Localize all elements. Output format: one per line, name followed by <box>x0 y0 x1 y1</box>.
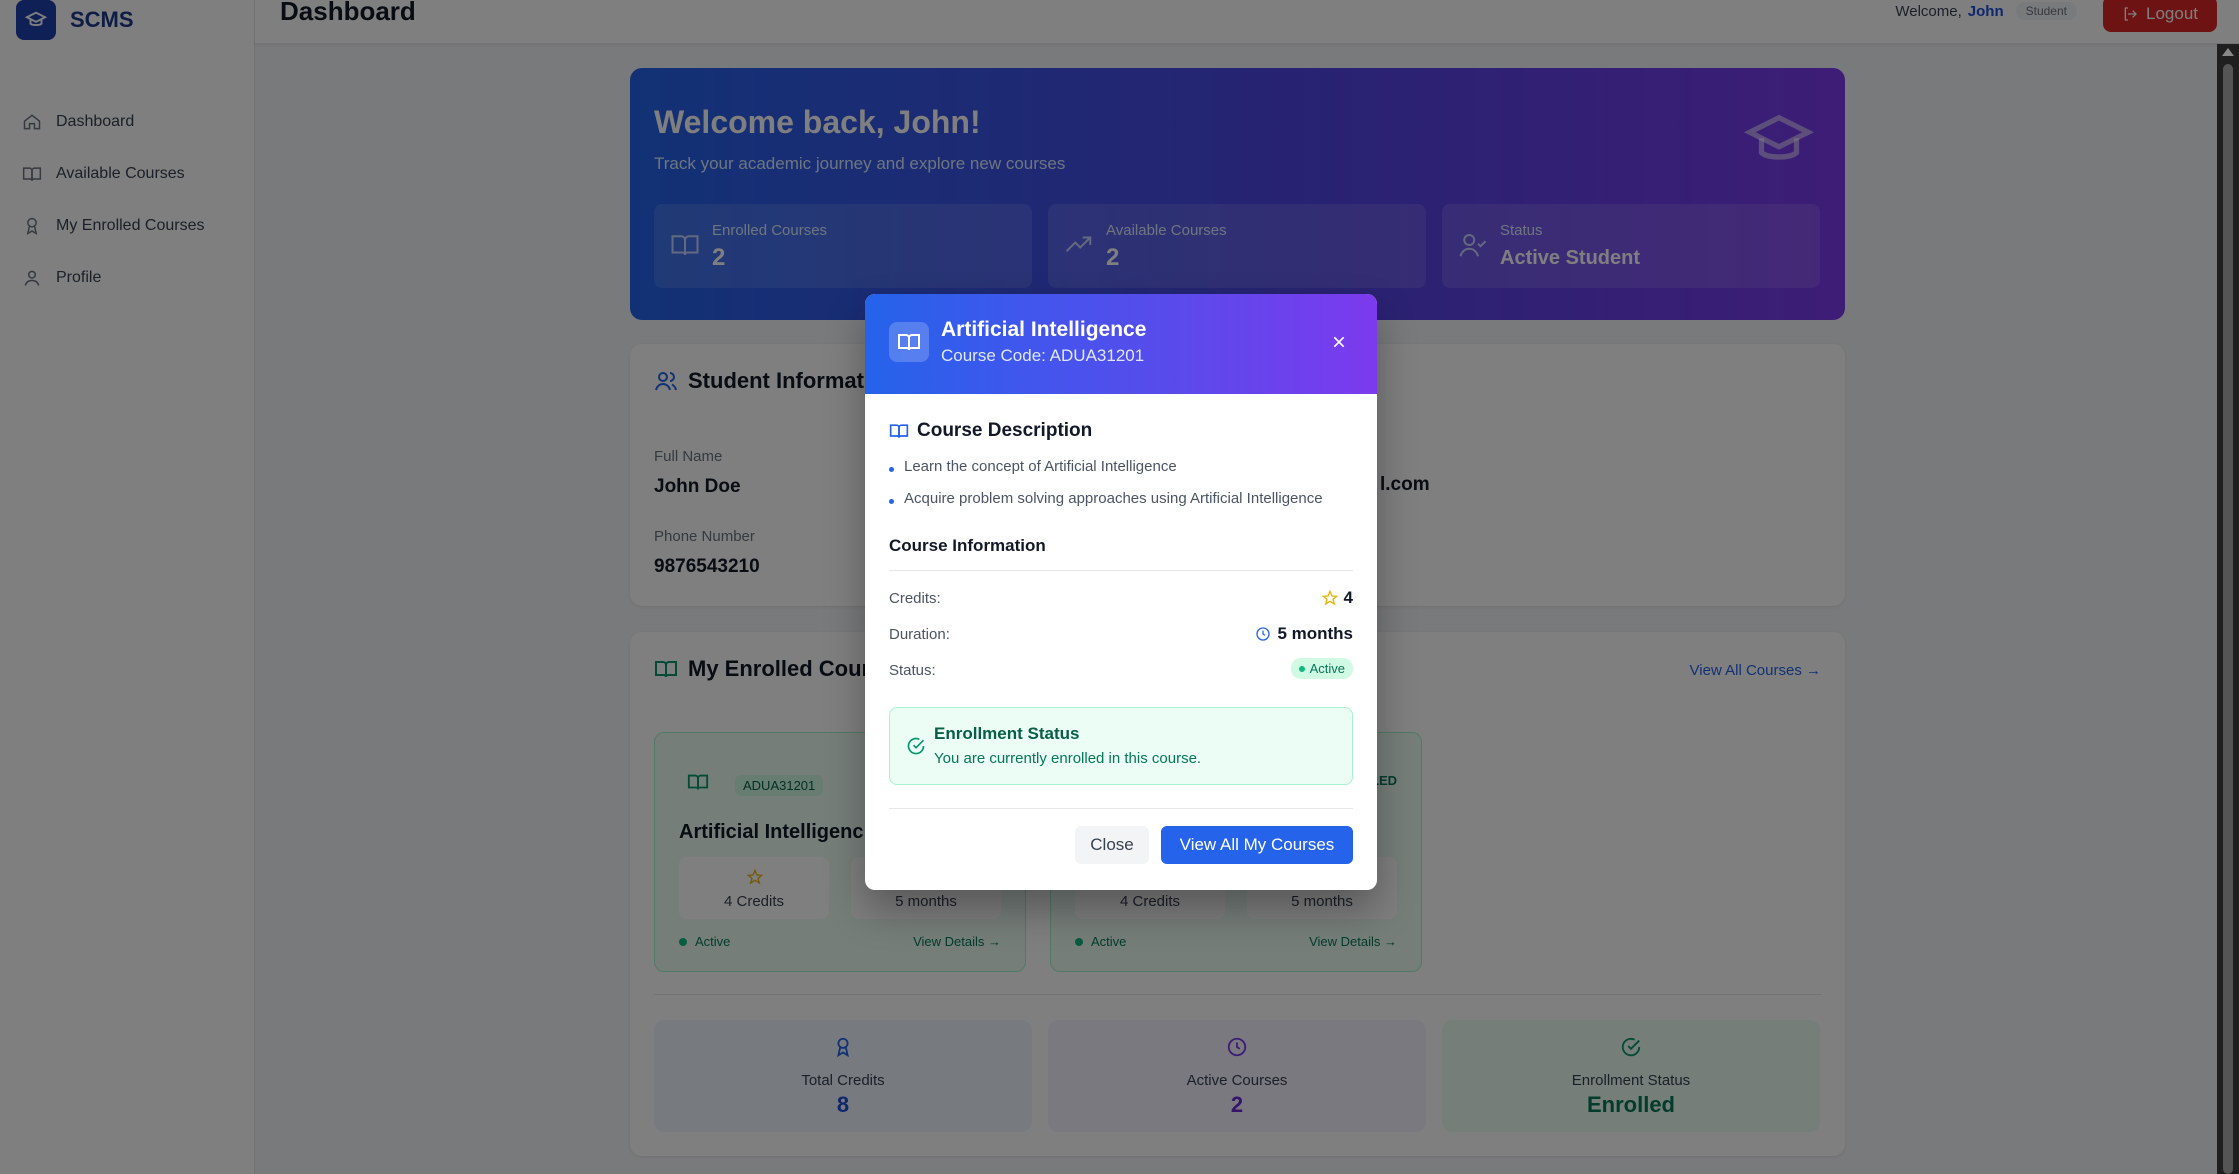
divider <box>889 570 1353 571</box>
scrollbar-thumb[interactable] <box>2223 64 2233 1174</box>
modal-header: Artificial Intelligence Course Code: ADU… <box>865 294 1377 394</box>
credits-label: Credits: <box>889 590 941 607</box>
enrollment-status-title: Enrollment Status <box>934 724 1080 743</box>
credits-value: 4 <box>1321 588 1353 608</box>
close-icon[interactable] <box>1327 330 1351 354</box>
check-circle-icon <box>907 737 925 755</box>
status-value: Active <box>1290 658 1353 679</box>
enrollment-status-box: Enrollment Status You are currently enro… <box>889 707 1353 785</box>
scroll-up-icon[interactable] <box>2222 48 2234 56</box>
close-button[interactable]: Close <box>1075 826 1149 864</box>
bullet-text: Acquire problem solving approaches using… <box>904 490 1323 507</box>
course-details-modal: Artificial Intelligence Course Code: ADU… <box>865 294 1377 890</box>
enrollment-status-text: You are currently enrolled in this cours… <box>934 750 1202 767</box>
course-description-title: Course Description <box>917 420 1093 441</box>
duration-label: Duration: <box>889 626 950 643</box>
duration-text: 5 months <box>1277 624 1353 643</box>
modal-title: Artificial Intelligence <box>941 318 1147 341</box>
divider <box>889 808 1353 809</box>
credits-number: 4 <box>1343 588 1353 607</box>
scrollbar[interactable] <box>2217 44 2239 1174</box>
course-description-heading: Course Description <box>889 420 1092 442</box>
status-label: Status: <box>889 662 936 679</box>
book-icon <box>889 424 909 438</box>
book-open-icon <box>889 322 929 362</box>
status-text: Active <box>1309 661 1345 676</box>
description-bullet: Learn the concept of Artificial Intellig… <box>889 458 1177 475</box>
course-information-title: Course Information <box>889 536 1046 555</box>
bullet-dot <box>889 467 894 472</box>
clock-icon <box>1256 627 1271 641</box>
star-icon <box>1321 590 1338 606</box>
status-badge: Active <box>1290 658 1353 679</box>
duration-value: 5 months <box>1255 624 1353 644</box>
bullet-dot <box>889 499 894 504</box>
description-bullet: Acquire problem solving approaches using… <box>889 490 1323 507</box>
modal-course-code: Course Code: ADUA31201 <box>941 346 1145 365</box>
view-all-my-courses-button[interactable]: View All My Courses <box>1161 826 1353 864</box>
status-dot <box>1298 665 1305 672</box>
bullet-text: Learn the concept of Artificial Intellig… <box>904 458 1177 475</box>
